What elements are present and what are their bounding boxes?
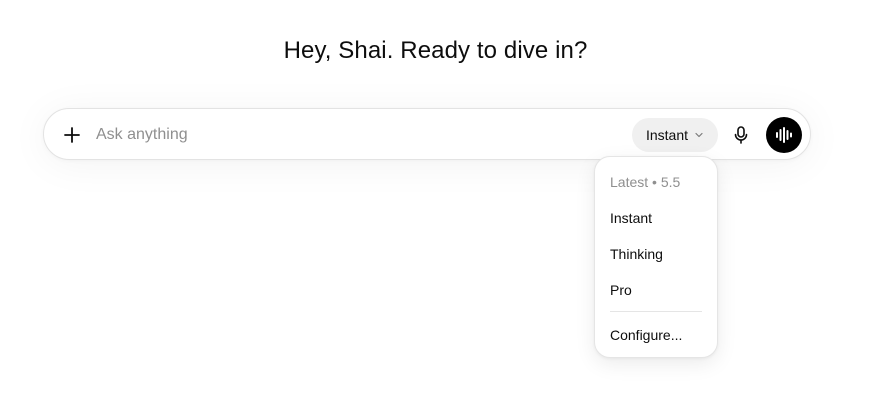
voice-mode-button[interactable]	[766, 117, 802, 153]
page-title: Hey, Shai. Ready to dive in?	[283, 37, 588, 64]
voice-waveform-icon	[776, 127, 792, 143]
plus-icon	[64, 127, 80, 143]
model-selector-label: Instant	[645, 127, 689, 143]
model-selector-button[interactable]: Instant	[632, 118, 718, 152]
dropdown-header: Latest • 5.5	[610, 174, 681, 190]
microphone-icon	[734, 126, 748, 144]
page: Hey, Shai. Ready to dive in? Instant	[0, 0, 871, 403]
dictate-button[interactable]	[727, 121, 755, 149]
model-dropdown-menu: Latest • 5.5 Instant Thinking Pro Config…	[594, 156, 718, 358]
menu-item-label: Thinking	[610, 246, 663, 262]
menu-divider	[610, 311, 702, 312]
menu-item-label: Instant	[610, 210, 653, 226]
menu-item-instant[interactable]: Instant	[601, 203, 711, 233]
prompt-input[interactable]	[96, 122, 616, 148]
chevron-down-icon	[695, 132, 703, 138]
menu-item-pro[interactable]: Pro	[601, 275, 711, 305]
add-attachment-button[interactable]	[58, 121, 86, 149]
menu-item-label: Configure...	[610, 327, 683, 343]
menu-item-label: Pro	[610, 282, 632, 298]
menu-item-thinking[interactable]: Thinking	[601, 239, 711, 269]
prompt-composer: Instant	[43, 108, 811, 160]
menu-item-configure[interactable]: Configure...	[601, 320, 711, 350]
